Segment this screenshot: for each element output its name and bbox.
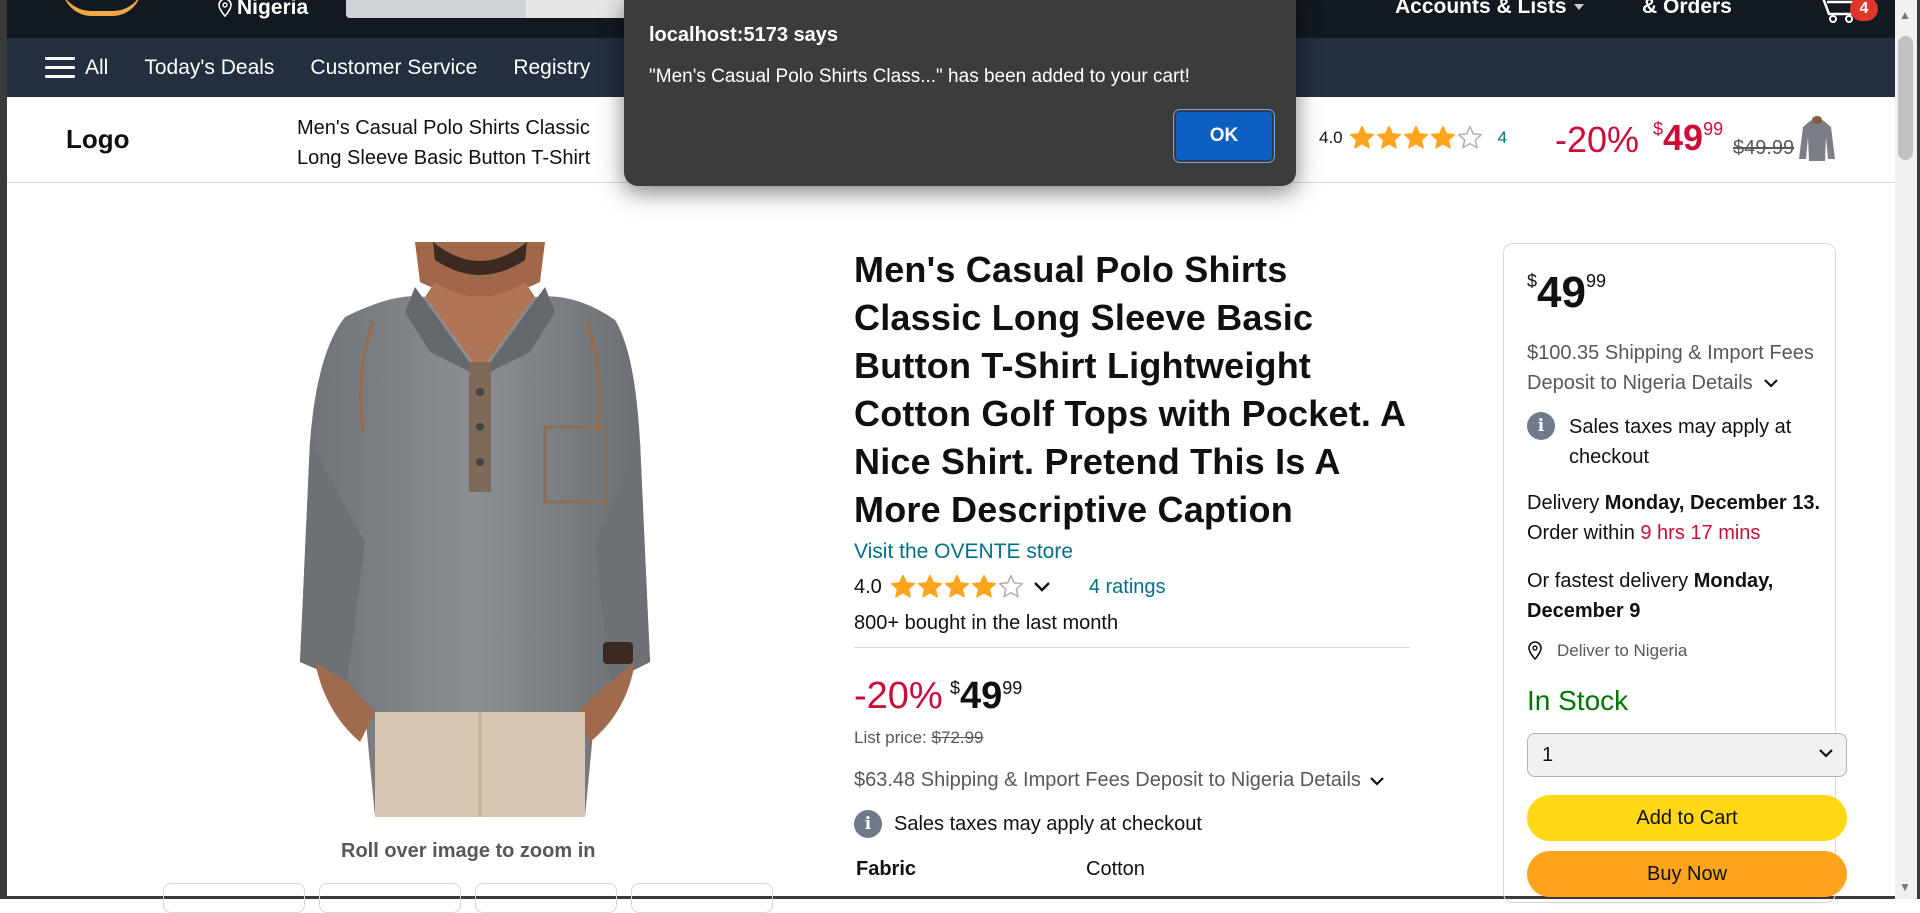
rating-count: 4 — [1497, 128, 1508, 147]
accounts-label: Accounts & Lists — [1395, 0, 1567, 18]
chevron-down-icon[interactable] — [1033, 581, 1051, 593]
sticky-product-title: Men's Casual Polo Shirts Classic Long Sl… — [297, 117, 591, 169]
accounts-and-lists[interactable]: Accounts & Lists — [1395, 0, 1585, 19]
order-countdown: 9 hrs 17 mins — [1640, 522, 1761, 544]
image-thumbnail[interactable] — [163, 883, 305, 913]
star-filled-icon — [1403, 125, 1428, 149]
quantity-select[interactable]: 1 — [1527, 733, 1847, 777]
sticky-discount: -20% — [1555, 119, 1640, 160]
image-thumbnail[interactable] — [319, 883, 461, 913]
list-price: List price: $72.99 — [854, 728, 984, 747]
site-logo[interactable] — [62, 0, 142, 16]
info-icon: i — [854, 810, 882, 838]
buybox-shipping-line1: $100.35 Shipping & Import Fees — [1527, 342, 1814, 364]
image-thumbnail-strip — [163, 883, 773, 913]
info-icon: i — [1527, 412, 1555, 440]
sticky-product-thumbnail — [1797, 115, 1837, 163]
search-input[interactable] — [346, 0, 636, 18]
zoom-hint: Roll over image to zoom in — [341, 840, 596, 862]
location-pin-icon — [1528, 641, 1542, 661]
spec-value: Cotton — [1086, 858, 1145, 880]
nav-registry[interactable]: Registry — [513, 56, 590, 80]
add-to-cart-button[interactable]: Add to Cart — [1527, 795, 1847, 841]
dialog-message: "Men's Casual Polo Shirts Class..." has … — [649, 66, 1190, 87]
alert-dialog: localhost:5173 says "Men's Casual Polo S… — [624, 0, 1296, 186]
delivery-date: Monday, December 13. — [1604, 492, 1821, 514]
scrollbar-thumb[interactable] — [1898, 36, 1913, 160]
buybox-price: $4999 — [1527, 268, 1606, 317]
product-price: $4999 — [950, 675, 1023, 717]
shipping-details[interactable]: $63.48 Shipping & Import Fees Deposit to… — [854, 769, 1385, 792]
tax-note-text: Sales taxes may apply at checkout — [894, 812, 1202, 835]
buybox-shipping-line2: Deposit to Nigeria Details — [1527, 372, 1753, 394]
star-empty-icon — [998, 574, 1023, 598]
star-filled-icon — [1430, 125, 1455, 149]
deliver-to-link[interactable]: Deliver to Nigeria — [1527, 641, 1687, 661]
quantity-value: 1 — [1542, 744, 1554, 766]
star-filled-icon — [944, 574, 969, 598]
divider — [854, 647, 1410, 648]
chevron-down-icon — [1763, 379, 1778, 388]
product-main-image[interactable] — [255, 242, 685, 817]
deliver-to-text: Deliver to Nigeria — [1557, 641, 1688, 660]
ratings-count-link[interactable]: 4 ratings — [1089, 576, 1166, 599]
image-thumbnail[interactable] — [475, 883, 617, 913]
star-filled-icon — [1376, 125, 1401, 149]
chevron-down-icon — [1819, 749, 1833, 758]
buybox-shipping[interactable]: $100.35 Shipping & Import Fees Deposit t… — [1527, 338, 1827, 398]
stock-status: In Stock — [1527, 685, 1629, 716]
location-pin-icon — [218, 0, 232, 18]
scroll-down-arrow-icon[interactable]: ▼ — [1899, 880, 1911, 894]
dialog-title: localhost:5173 says — [649, 24, 838, 46]
rating-value: 4.0 — [854, 575, 882, 598]
product-title: Men's Casual Polo Shirts Classic Long Sl… — [854, 249, 1405, 530]
sticky-rating[interactable]: 4.0 4 — [1319, 125, 1507, 151]
chevron-down-icon — [1370, 776, 1384, 786]
sticky-old-price: $49.99 — [1733, 137, 1795, 159]
buy-now-button[interactable]: Buy Now — [1527, 851, 1847, 897]
caret-down-icon — [1573, 4, 1584, 10]
star-filled-icon — [971, 574, 996, 598]
nav-customer-service[interactable]: Customer Service — [310, 56, 477, 80]
star-filled-icon — [890, 574, 915, 598]
star-rating-icon — [1349, 125, 1484, 151]
shipping-text: $63.48 Shipping & Import Fees Deposit to… — [854, 769, 1361, 791]
fastest-delivery: Or fastest delivery Monday, December 9 — [1527, 570, 1774, 622]
star-empty-icon — [1457, 125, 1482, 149]
hamburger-menu-icon[interactable] — [45, 56, 75, 79]
nav-todays-deals[interactable]: Today's Deals — [144, 56, 274, 80]
star-filled-icon — [1349, 125, 1374, 149]
store-link[interactable]: Visit the OVENTE store — [854, 540, 1073, 564]
cart-count-badge: 4 — [1850, 0, 1878, 21]
spec-label: Fabric — [856, 858, 917, 880]
star-rating-icon — [890, 574, 1025, 600]
location-label: Nigeria — [237, 0, 309, 19]
returns-and-orders[interactable]: & Orders — [1642, 0, 1732, 19]
tax-note: i Sales taxes may apply at checkout — [854, 810, 1202, 838]
store-logo[interactable]: Logo — [66, 124, 130, 155]
scroll-up-arrow-icon[interactable]: ▲ — [1899, 8, 1911, 22]
buybox-tax-text: Sales taxes may apply at checkout — [1569, 416, 1792, 468]
bought-count: 800+ bought in the last month — [854, 612, 1119, 634]
delivery-info: Delivery Monday, December 13. Order with… — [1527, 492, 1821, 544]
rating-value: 4.0 — [1319, 128, 1343, 147]
sticky-price: $4999 — [1653, 117, 1724, 158]
nav-all[interactable]: All — [85, 56, 108, 80]
product-rating[interactable]: 4.0 4 ratings — [854, 574, 1166, 600]
deliver-to-location[interactable]: Nigeria — [217, 0, 308, 20]
buybox-tax-note: i Sales taxes may apply at checkout — [1527, 412, 1817, 472]
discount-percent: -20% — [854, 675, 943, 717]
ok-button[interactable]: OK — [1176, 112, 1272, 160]
star-filled-icon — [917, 574, 942, 598]
image-thumbnail[interactable] — [631, 883, 773, 913]
